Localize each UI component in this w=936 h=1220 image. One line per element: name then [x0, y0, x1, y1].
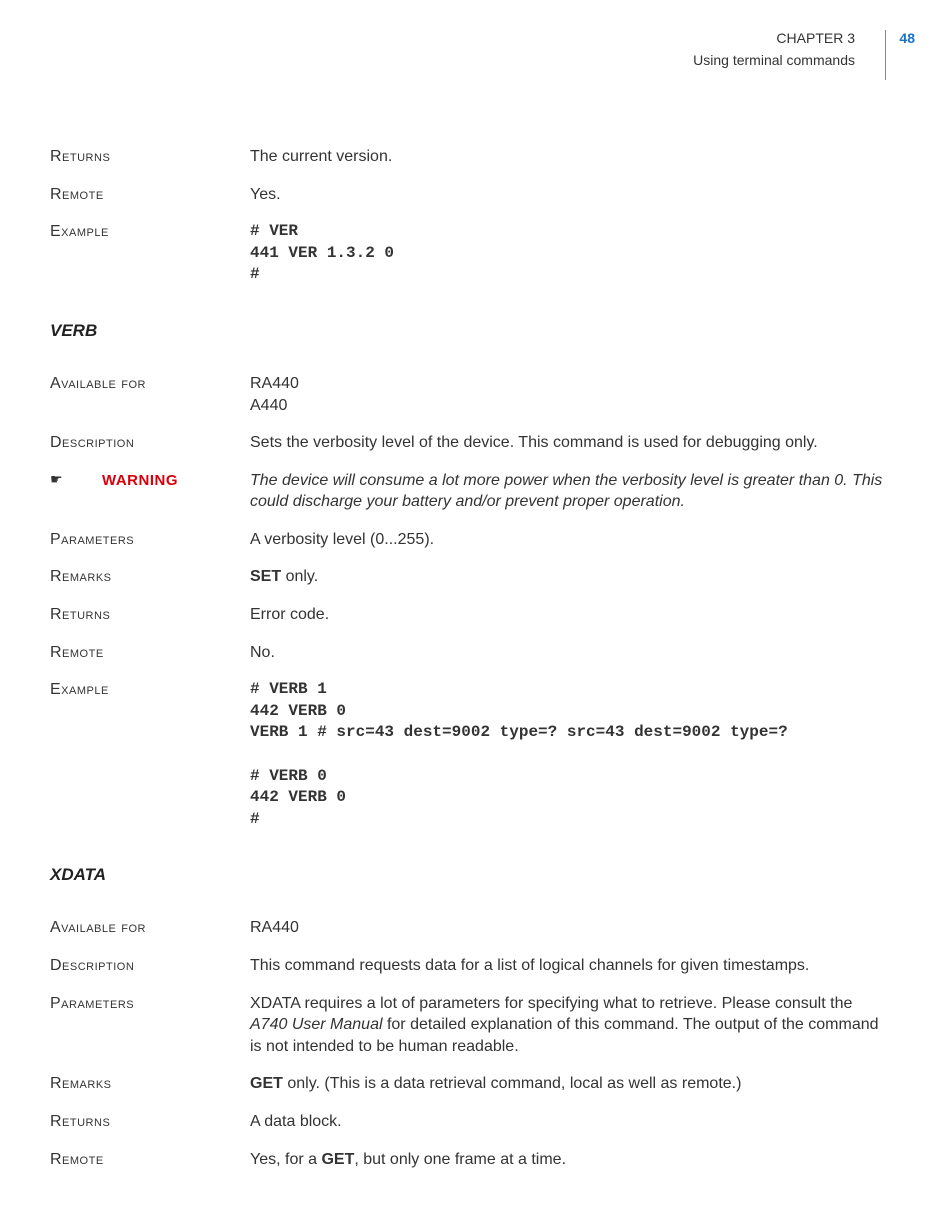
example-value: # VER 441 VER 1.3.2 0 # [250, 215, 886, 296]
remote-label-verb: Remote [50, 636, 250, 674]
remarks-label: Remarks [50, 560, 250, 598]
parameters-label-xdata: Parameters [50, 987, 250, 1068]
chapter-label: CHAPTER 3 [50, 30, 855, 46]
remarks-value-xdata: GET only. (This is a data retrieval comm… [250, 1067, 886, 1105]
returns-value: The current version. [250, 140, 886, 178]
returns-label-verb: Returns [50, 598, 250, 636]
page-number: 48 [899, 30, 915, 46]
available-for-value: RA440 A440 [250, 367, 886, 426]
section-heading-xdata: XDATA [50, 864, 886, 887]
example-label: Example [50, 215, 250, 296]
available-for-value-xdata: RA440 [250, 911, 886, 949]
returns-label-xdata: Returns [50, 1105, 250, 1143]
remote-label: Remote [50, 178, 250, 216]
description-label: Description [50, 426, 250, 464]
remarks-value: SET only. [250, 560, 886, 598]
definition-table: Returns The current version. Remote Yes.… [50, 140, 886, 1180]
description-value: Sets the verbosity level of the device. … [250, 426, 886, 464]
description-value-xdata: This command requests data for a list of… [250, 949, 886, 987]
remarks-label-xdata: Remarks [50, 1067, 250, 1105]
remote-label-xdata: Remote [50, 1143, 250, 1181]
remote-value: Yes. [250, 178, 886, 216]
warning-text: The device will consume a lot more power… [250, 464, 886, 523]
example-value-verb: # VERB 1 442 VERB 0 VERB 1 # src=43 dest… [250, 673, 886, 840]
parameters-value: A verbosity level (0...255). [250, 523, 886, 561]
example-code: # VER 441 VER 1.3.2 0 # [250, 221, 886, 286]
warning-cell: ☛ WARNING [50, 464, 250, 523]
available-for-label-xdata: Available for [50, 911, 250, 949]
example-code-verb: # VERB 1 442 VERB 0 VERB 1 # src=43 dest… [250, 679, 886, 830]
available-for-text: RA440 A440 [250, 373, 886, 416]
remote-value-xdata: Yes, for a GET, but only one frame at a … [250, 1143, 886, 1181]
returns-value-xdata: A data block. [250, 1105, 886, 1143]
description-label-xdata: Description [50, 949, 250, 987]
parameters-value-xdata: XDATA requires a lot of parameters for s… [250, 987, 886, 1068]
page-header: CHAPTER 3 Using terminal commands 48 [50, 30, 886, 80]
parameters-label: Parameters [50, 523, 250, 561]
warning-label: WARNING [102, 472, 178, 489]
returns-label: Returns [50, 140, 250, 178]
remote-value-verb: No. [250, 636, 886, 674]
section-heading-verb: VERB [50, 320, 886, 343]
warning-icon: ☛ [50, 470, 66, 489]
example-label-verb: Example [50, 673, 250, 840]
returns-value-verb: Error code. [250, 598, 886, 636]
chapter-subheading: Using terminal commands [50, 52, 855, 68]
available-for-label: Available for [50, 367, 250, 426]
